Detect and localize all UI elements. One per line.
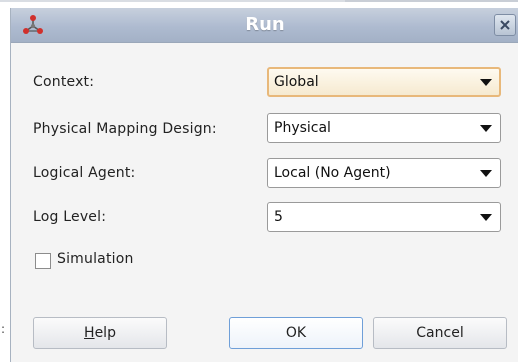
chevron-down-icon — [480, 170, 492, 177]
log-level-value: 5 — [274, 209, 283, 225]
chevron-down-icon — [480, 214, 492, 221]
physical-mapping-design-value: Physical — [274, 120, 331, 136]
cancel-button[interactable]: Cancel — [373, 317, 507, 349]
physical-mapping-design-select[interactable]: Physical — [267, 113, 501, 143]
log-level-label: Log Level: — [33, 209, 107, 225]
close-icon — [500, 20, 510, 30]
background-edge-right — [345, 0, 518, 2]
title-bar[interactable]: Run — [11, 8, 518, 43]
context-label: Context: — [33, 74, 95, 90]
physical-mapping-design-label: Physical Mapping Design: — [33, 121, 217, 137]
logical-agent-select[interactable]: Local (No Agent) — [267, 158, 501, 188]
log-level-select[interactable]: 5 — [267, 202, 501, 232]
dialog-title: Run — [245, 14, 285, 35]
context-value: Global — [274, 74, 319, 90]
help-button[interactable]: Help — [33, 317, 167, 349]
background-window-edge — [0, 0, 518, 8]
ok-label: OK — [285, 325, 307, 341]
logical-agent-label: Logical Agent: — [33, 165, 136, 181]
logical-agent-value: Local (No Agent) — [274, 165, 391, 181]
simulation-checkbox[interactable] — [35, 253, 51, 269]
background-window-fragment: : — [1, 322, 6, 336]
close-button[interactable] — [494, 14, 516, 36]
help-mnemonic: H — [84, 325, 95, 341]
chevron-down-icon — [480, 125, 492, 132]
ok-button[interactable]: OK — [229, 317, 363, 349]
cancel-label: Cancel — [416, 325, 464, 341]
context-select[interactable]: Global — [267, 67, 501, 97]
help-label-rest: elp — [94, 325, 116, 341]
simulation-label[interactable]: Simulation — [57, 251, 134, 267]
chevron-down-icon — [480, 79, 492, 86]
background-edge-left — [0, 0, 345, 2]
run-dialog: Run Context: Global Physical Mapping Des… — [10, 8, 518, 362]
